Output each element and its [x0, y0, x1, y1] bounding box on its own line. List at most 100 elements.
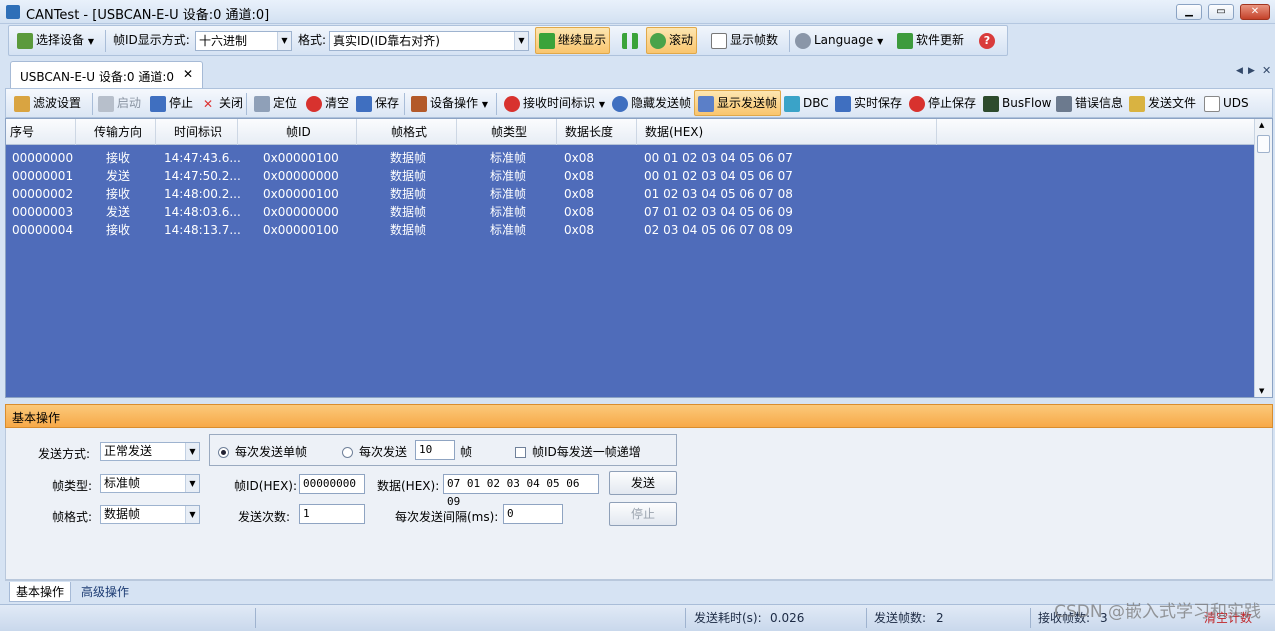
- radio-selected-icon: [218, 447, 229, 458]
- save-button[interactable]: 保存: [356, 89, 399, 117]
- scroll-thumb[interactable]: [1257, 135, 1270, 153]
- scroll-down-icon[interactable]: ▼: [1259, 387, 1264, 395]
- frame-grid[interactable]: 序号 传输方向 时间标识 帧ID 帧格式 帧类型 数据长度 数据(HEX) 00…: [5, 118, 1273, 398]
- data-label: 数据(HEX):: [377, 479, 440, 493]
- update-icon: [897, 32, 913, 49]
- send-mode-select[interactable]: 正常发送 ▼: [100, 442, 200, 461]
- stop-send-button[interactable]: 停止: [609, 502, 677, 526]
- send-button[interactable]: 发送: [609, 471, 677, 495]
- uds-button[interactable]: UDS: [1204, 89, 1249, 117]
- clear-button[interactable]: 清空: [306, 89, 349, 117]
- chart-icon: [983, 95, 999, 112]
- filter-icon: [14, 95, 30, 112]
- table-row[interactable]: 00000002 接收 14:48:00.2... 0x00000100 数据帧…: [6, 185, 1254, 203]
- device-ops-button[interactable]: 设备操作 ▼: [411, 89, 488, 117]
- busflow-button[interactable]: BusFlow: [983, 89, 1051, 117]
- stop-button[interactable]: 停止: [150, 89, 193, 117]
- col-header[interactable]: 帧类型: [457, 119, 557, 145]
- col-header[interactable]: 帧格式: [357, 119, 457, 145]
- multi-frame-radio[interactable]: 每次发送: [342, 443, 407, 460]
- error-info-button[interactable]: 错误信息: [1056, 89, 1123, 117]
- col-header[interactable]: 数据长度: [557, 119, 637, 145]
- pause-button[interactable]: [622, 26, 641, 55]
- scroll-button[interactable]: 滚动: [646, 27, 698, 54]
- table-row[interactable]: 00000004 接收 14:48:13.7... 0x00000100 数据帧…: [6, 221, 1254, 239]
- software-update-button[interactable]: 软件更新: [897, 26, 964, 55]
- multi-frame-count-input[interactable]: 10: [415, 440, 455, 460]
- language-button[interactable]: Language ▼: [795, 26, 883, 55]
- device-icon: [17, 32, 33, 49]
- send-time-value: 0.026: [770, 611, 805, 625]
- frame-type-label: 帧类型:: [52, 479, 93, 493]
- frame-id-display-label: 帧ID显示方式:: [113, 33, 190, 47]
- send-file-button[interactable]: 发送文件: [1129, 89, 1196, 117]
- format-label: 格式:: [298, 33, 327, 47]
- pause-icon: [622, 32, 638, 49]
- id-increment-checkbox[interactable]: 帧ID每发送一帧递增: [515, 443, 641, 460]
- dbc-icon: [784, 95, 800, 112]
- globe-icon: [795, 32, 811, 49]
- dbc-button[interactable]: DBC: [784, 89, 829, 117]
- show-frame-count-button[interactable]: 显示帧数: [711, 26, 778, 55]
- radio-icon: [342, 447, 353, 458]
- tab-device-channel[interactable]: USBCAN-E-U 设备:0 通道:0 ✕: [10, 61, 203, 89]
- stop-save-button[interactable]: 停止保存: [909, 89, 976, 117]
- frame-id-input[interactable]: 00000000: [299, 474, 365, 494]
- col-header[interactable]: 时间标识: [156, 119, 238, 145]
- send-mode-label: 发送方式:: [38, 447, 91, 461]
- watermark: CSDN @嵌入式学习和实践: [1054, 602, 1261, 622]
- continue-display-button[interactable]: 继续显示: [535, 27, 611, 54]
- table-row[interactable]: 00000000 接收 14:47:43.6... 0x00000100 数据帧…: [6, 149, 1254, 167]
- select-device-button[interactable]: 选择设备 ▼: [17, 26, 94, 55]
- send-frames-value: 2: [936, 611, 944, 625]
- col-header[interactable]: 帧ID: [238, 119, 357, 145]
- send-count-input[interactable]: 1: [299, 504, 365, 524]
- save-icon: [356, 95, 372, 112]
- hide-tx-frames-button[interactable]: 隐藏发送帧: [612, 89, 691, 117]
- table-row[interactable]: 00000001 发送 14:47:50.2... 0x00000000 数据帧…: [6, 167, 1254, 185]
- rx-time-mark-button[interactable]: 接收时间标识 ▼: [504, 89, 605, 117]
- col-header[interactable]: 数据(HEX): [637, 119, 937, 145]
- tab-scroll-left-icon[interactable]: ◀: [1236, 66, 1243, 76]
- help-button[interactable]: ?: [979, 26, 998, 55]
- show-tx-frames-button[interactable]: 显示发送帧: [694, 90, 782, 116]
- col-header[interactable]: 序号: [6, 119, 76, 145]
- clock-icon: [504, 95, 520, 112]
- error-list-icon: [1056, 95, 1072, 112]
- frame-id-display-select[interactable]: 十六进制 ▼: [195, 31, 292, 51]
- restore-button[interactable]: ▭: [1208, 4, 1234, 20]
- save-icon: [835, 95, 851, 112]
- minimize-button[interactable]: ▁: [1176, 4, 1202, 20]
- app-icon: [6, 5, 20, 19]
- hide-icon: [612, 95, 628, 112]
- tab-basic-ops[interactable]: 基本操作: [9, 582, 72, 602]
- tab-scroll-right-icon[interactable]: ▶: [1248, 66, 1255, 76]
- close-channel-button[interactable]: ✕ 关闭: [200, 89, 243, 117]
- realtime-save-button[interactable]: 实时保存: [835, 89, 902, 117]
- col-header[interactable]: 传输方向: [76, 119, 156, 145]
- tab-advanced-ops[interactable]: 高级操作: [75, 582, 135, 602]
- tab-close-icon[interactable]: ✕: [1262, 64, 1271, 77]
- chevron-down-icon: ▼: [185, 475, 199, 492]
- table-row[interactable]: 00000003 发送 14:48:03.6... 0x00000000 数据帧…: [6, 203, 1254, 221]
- show-icon: [698, 95, 714, 112]
- close-tab-icon[interactable]: ✕: [183, 67, 193, 81]
- format-select[interactable]: 真实ID(ID靠右对齐) ▼: [329, 31, 529, 51]
- frame-format-select[interactable]: 数据帧 ▼: [100, 505, 200, 524]
- grid-scrollbar[interactable]: ▲ ▼: [1254, 119, 1272, 397]
- frame-type-select[interactable]: 标准帧 ▼: [100, 474, 200, 493]
- interval-input[interactable]: 0: [503, 504, 563, 524]
- start-button[interactable]: 启动: [98, 89, 141, 117]
- title-bar: CANTest - [USBCAN-E-U 设备:0 通道:0] ▁ ▭ ✕: [0, 0, 1275, 24]
- locate-button[interactable]: 定位: [254, 89, 297, 117]
- checkbox-icon: [515, 447, 526, 458]
- single-frame-radio[interactable]: 每次发送单帧: [218, 443, 307, 460]
- close-window-button[interactable]: ✕: [1240, 4, 1270, 20]
- close-icon: ✕: [202, 96, 214, 111]
- scroll-up-icon[interactable]: ▲: [1259, 121, 1264, 129]
- help-icon: ?: [979, 32, 995, 49]
- filter-settings-button[interactable]: 滤波设置: [14, 89, 81, 117]
- stop-icon: [150, 95, 166, 112]
- data-input[interactable]: 07 01 02 03 04 05 06 09: [443, 474, 599, 508]
- channel-toolbar: 滤波设置 启动 停止 ✕ 关闭 定位 清空 保存 设备操作 ▼ 接收时间标识 ▼ …: [5, 88, 1273, 118]
